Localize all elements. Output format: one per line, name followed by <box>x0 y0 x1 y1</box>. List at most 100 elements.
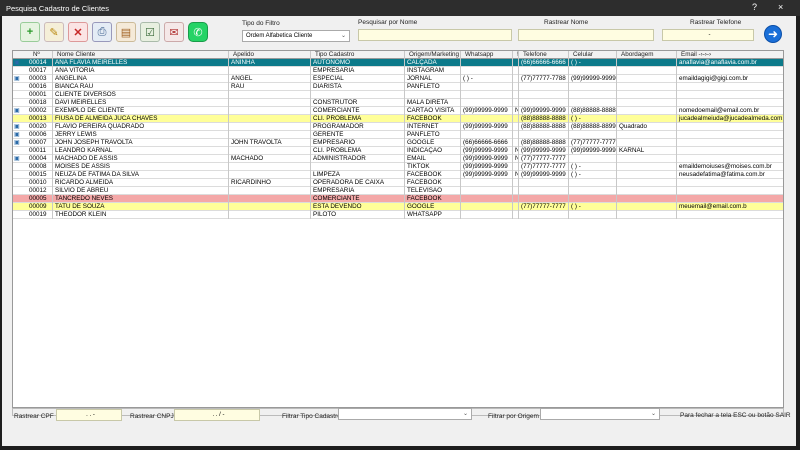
nome-search-input[interactable] <box>358 29 512 41</box>
col-abordagem-cell: Quadrado <box>617 123 677 131</box>
col-abordagem-cell <box>617 131 677 139</box>
col-telefone-cell: (88)88888-8888 <box>519 115 569 123</box>
col-email-cell <box>677 139 783 147</box>
header-col-abordagem[interactable]: Abordagem <box>617 51 677 59</box>
table-row[interactable]: 00005 TANCREDO NEVES COMERCIANTE FACEBOOK <box>13 195 783 203</box>
table-row[interactable]: ▣ 00006 JERRY LEWIS GERENTE PANFLETO <box>13 131 783 139</box>
col-apelido-cell: RICARDINHO <box>229 179 311 187</box>
rastrear-nome-input[interactable] <box>518 29 654 41</box>
origem-select[interactable]: ⌄ <box>540 408 660 420</box>
col-abordagem-cell <box>617 99 677 107</box>
col-numero-cell: 00017 <box>13 67 53 75</box>
tipo-filtro-value: Ordem Alfabetica Cliente <box>246 33 313 39</box>
col-whatsapp-cell <box>461 99 513 107</box>
print-icon[interactable]: ⎙ <box>92 22 112 42</box>
col-origem-cell: EMAIL <box>405 155 461 163</box>
col-whatsapp-cell: (99)99999-9999 <box>461 171 513 179</box>
col-celular-cell: ( ) - <box>569 171 617 179</box>
table-row[interactable]: 00017 ANA VITORIA EMPRESARIA INSTAGRAM <box>13 67 783 75</box>
col-origem-cell: INSTAGRAM <box>405 67 461 75</box>
col-celular-cell <box>569 67 617 75</box>
cnpj-input[interactable]: . . / - <box>174 409 260 421</box>
table-row[interactable]: ▣ 00003 ANGELINA ANGEL ESPECIAL JORNAL( ) - (7… <box>13 75 783 83</box>
help-button[interactable]: ? <box>752 2 757 12</box>
archive-icon[interactable]: ▤ <box>116 22 136 42</box>
edit-icon[interactable]: ✎ <box>44 22 64 42</box>
table-header: Nº Nome Cliente Apelido Tipo Cadastro Origem… <box>13 51 783 59</box>
add-icon[interactable]: + <box>20 22 40 42</box>
col-email-cell: neusadefatima@fatima.com.br <box>677 171 783 179</box>
col-nome-cell: THEODOR KLEIN <box>53 211 229 219</box>
rastrear-telefone-label: Rastrear Telefone <box>690 19 742 26</box>
col-nome-cell: NEUZA DE FATIMA DA SILVA <box>53 171 229 179</box>
tipo-cadastro-filter-label: Filtrar Tipo Cadastro <box>282 413 341 420</box>
col-abordagem-cell <box>617 75 677 83</box>
close-button[interactable]: × <box>778 2 783 12</box>
col-numero-cell: 00005 <box>13 195 53 203</box>
table-row[interactable]: ▣ 00014 ANA FLAVIA MEIRELLES ANINHA AUTONOMO… <box>13 59 783 67</box>
col-tipo-cell: CLI. PROBLEMA <box>311 147 405 155</box>
col-email-cell <box>677 147 783 155</box>
table-row[interactable]: 00001 CLIENTE DIVERSOS <box>13 91 783 99</box>
col-abordagem-cell: KARNAL <box>617 147 677 155</box>
col-nome-cell: ANA FLAVIA MEIRELLES <box>53 59 229 67</box>
header-col-nome[interactable]: Nome Cliente <box>53 51 229 59</box>
rastrear-telefone-input[interactable]: - <box>662 29 754 41</box>
col-whatsapp-cell: ( ) - <box>461 75 513 83</box>
col-origem-cell: MALA DIRETA <box>405 99 461 107</box>
col-origem-cell: PANFLETO <box>405 131 461 139</box>
col-abordagem-cell <box>617 67 677 75</box>
email-icon[interactable]: ✉ <box>164 22 184 42</box>
delete-icon[interactable]: ✕ <box>68 22 88 42</box>
col-telefone-cell: (66)66666-6666 <box>519 59 569 67</box>
title-bar: Pesquisa Cadastro de Clientes ? × <box>0 0 800 16</box>
table-row[interactable]: 00012 SILVIO DE ABREU EMPRESARIA TELEVISÃO <box>13 187 783 195</box>
header-col-whatsapp[interactable]: Whatsapp <box>461 51 513 59</box>
col-nome-cell: FLAVIO PEREIRA QUADRADO <box>53 123 229 131</box>
table-row[interactable]: 00016 BIANCA RAU RAU DIARISTA PANFLETO <box>13 83 783 91</box>
col-email-cell <box>677 123 783 131</box>
header-col-celular[interactable]: Celular <box>569 51 617 59</box>
col-tipo-cell: ADMINISTRADOR <box>311 155 405 163</box>
col-telefone-cell: (99)99999-9999 <box>519 107 569 115</box>
header-col-telefone[interactable]: Telefone <box>519 51 569 59</box>
col-origem-cell: FACEBOOK <box>405 115 461 123</box>
col-apelido-cell <box>229 147 311 155</box>
table-row[interactable]: 00013 FIUSA DE ALMEIDA JUCA CHAVES CLI. PR… <box>13 115 783 123</box>
col-origem-cell: CALÇADA <box>405 59 461 67</box>
col-nome-cell: FIUSA DE ALMEIDA JUCA CHAVES <box>53 115 229 123</box>
table-row[interactable]: 00015 NEUZA DE FATIMA DA SILVA LIMPEZA FACE… <box>13 171 783 179</box>
col-nome-cell: ANGELINA <box>53 75 229 83</box>
table-row[interactable]: ▣ 00020 FLAVIO PEREIRA QUADRADO PROGRAMADOR… <box>13 123 783 131</box>
col-origem-cell: PANFLETO <box>405 83 461 91</box>
col-nome-cell: CLIENTE DIVERSOS <box>53 91 229 99</box>
table-row[interactable]: ▣ 00004 MACHADO DE ASSIS MACHADO ADMINISTRAD… <box>13 155 783 163</box>
whatsapp-icon[interactable]: ✆ <box>188 22 208 42</box>
header-col-apelido[interactable]: Apelido <box>229 51 311 59</box>
table-row[interactable]: ▣ 00002 EXEMPLO DE CLIENTE COMERCIANTE CARTÃ… <box>13 107 783 115</box>
table-row[interactable]: 00018 DAVI MEIRELLES CONSTRUTOR MALA DIRETA <box>13 99 783 107</box>
table-row[interactable]: 00010 RICARDO ALMEIDA RICARDINHO OPERADORA … <box>13 179 783 187</box>
col-tipo-cell: EMPRESARIA <box>311 67 405 75</box>
checklist-icon[interactable]: ☑ <box>140 22 160 42</box>
col-celular-cell: (77)77777-7777 <box>571 139 617 147</box>
cpf-label: Rastrear CPF <box>14 413 54 420</box>
col-origem-cell: INDICAÇÃO <box>405 147 461 155</box>
table-row[interactable]: ▣ 00007 JOHN JOSEPH TRAVOLTA JOHN TRAVOLTA E… <box>13 139 783 147</box>
header-col-email[interactable]: Email -›-›-› <box>677 51 783 59</box>
table-row[interactable]: 00011 LEANDRO KARNAL CLI. PROBLEMA INDICAÇÃ… <box>13 147 783 155</box>
col-abordagem-cell <box>617 187 677 195</box>
cpf-input[interactable]: . . - <box>56 409 122 421</box>
table-row[interactable]: 00009 TATU DE SOUZA ESTA DEVENDO GOOGLE (77)… <box>13 203 783 211</box>
clients-table[interactable]: Nº Nome Cliente Apelido Tipo Cadastro Origem… <box>12 50 784 408</box>
header-col-origem[interactable]: Origem/Marketing <box>405 51 461 59</box>
header-col-tipo[interactable]: Tipo Cadastro <box>311 51 405 59</box>
col-origem-cell: GOOGLE <box>405 139 461 147</box>
tipo-filtro-select[interactable]: Ordem Alfabetica Cliente ⌄ <box>242 30 350 42</box>
header-col-numero[interactable]: Nº <box>13 51 53 59</box>
table-row[interactable]: 00008 MOISES DE ASSIS TIKTOK (99)99999-9999… <box>13 163 783 171</box>
chevron-down-icon: ⌄ <box>462 411 468 417</box>
go-arrow-icon[interactable]: ➜ <box>764 25 782 43</box>
table-row[interactable]: 00019 THEODOR KLEIN PILOTO WHATSAPP <box>13 211 783 219</box>
tipo-cadastro-select[interactable]: ⌄ <box>338 408 472 420</box>
